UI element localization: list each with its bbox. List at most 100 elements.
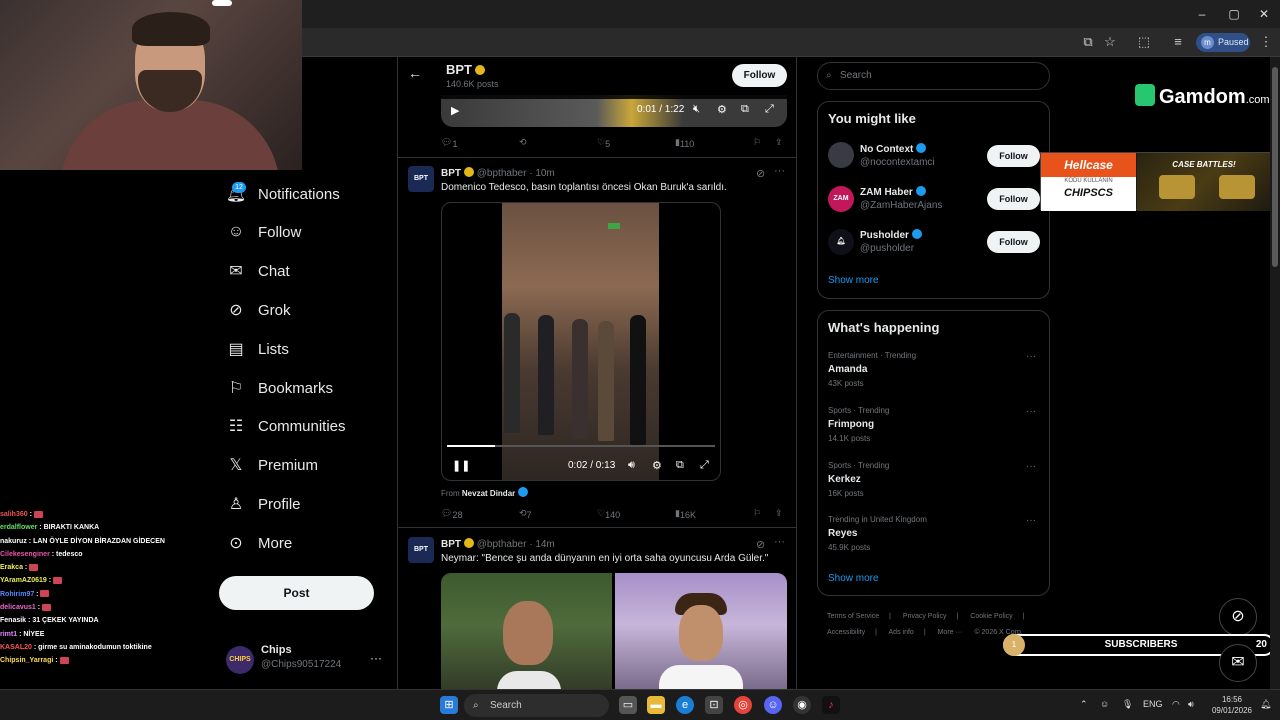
- notification-bell-icon[interactable]: 🔔︎: [1260, 699, 1271, 710]
- maximize-icon[interactable]: ▢: [1226, 6, 1242, 22]
- more-dots-icon[interactable]: ···: [1026, 351, 1036, 362]
- avatar[interactable]: BPT: [408, 537, 434, 563]
- mini-video-player[interactable]: ▶ 0:01 / 1:22 🔇︎ ⚙ ⧉ ⤢: [441, 95, 787, 127]
- trend-name[interactable]: Frimpong: [828, 419, 874, 430]
- file-explorer-icon[interactable]: ▬: [647, 696, 665, 714]
- mic-icon[interactable]: 🎙︎: [1122, 699, 1133, 710]
- video-player[interactable]: ❚❚ 0:02 / 0:13 🔊︎ ⚙ ⧉ ⤢: [441, 202, 721, 481]
- avatar[interactable]: 🔔︎: [828, 229, 854, 255]
- discord-tray-icon[interactable]: ☺: [1100, 699, 1109, 709]
- scrollbar[interactable]: [1270, 57, 1280, 689]
- like-button[interactable]: ♡ 5: [597, 137, 610, 149]
- share-icon[interactable]: ⇪: [775, 508, 783, 519]
- wifi-icon[interactable]: ◠: [1172, 699, 1180, 710]
- avatar[interactable]: ZAM: [828, 186, 854, 212]
- tiktok-icon[interactable]: ♪: [822, 696, 840, 714]
- tweet-image-arda-guler[interactable]: [615, 573, 787, 689]
- bookmark-icon[interactable]: ⚐: [753, 508, 761, 519]
- trend-name[interactable]: Reyes: [828, 528, 857, 539]
- tray-chevron-icon[interactable]: ⌃: [1080, 699, 1088, 710]
- more-dots-icon[interactable]: ···: [1026, 406, 1036, 417]
- windows-start-icon[interactable]: ⊞: [440, 696, 458, 714]
- trend-name[interactable]: Amanda: [828, 364, 867, 375]
- reply-button[interactable]: 💬︎ 28: [441, 508, 462, 520]
- language-indicator[interactable]: ENG: [1143, 699, 1163, 709]
- account-name[interactable]: No Context: [860, 143, 927, 155]
- mute-icon[interactable]: 🔇︎: [693, 103, 700, 116]
- avatar[interactable]: [828, 142, 854, 168]
- more-dots-icon[interactable]: ···: [774, 536, 785, 548]
- settings-icon[interactable]: ⚙: [652, 459, 662, 472]
- system-clock[interactable]: 16:56 09/01/2026: [1208, 694, 1256, 716]
- settings-icon[interactable]: ⚙: [717, 103, 727, 116]
- nav-grok[interactable]: ⊘ Grok: [226, 295, 290, 325]
- video-progress[interactable]: [447, 445, 715, 447]
- follow-button[interactable]: Follow: [732, 64, 787, 87]
- extensions-icon[interactable]: ⬚: [1136, 34, 1152, 50]
- bookmark-icon[interactable]: ⚐: [753, 137, 761, 148]
- grok-icon[interactable]: ⊘: [1219, 598, 1257, 636]
- play-icon[interactable]: ▶: [451, 104, 459, 117]
- repost-button[interactable]: ⟲ 7: [519, 508, 532, 520]
- fullscreen-icon[interactable]: ⤢: [765, 103, 774, 116]
- account-name[interactable]: Pusholder: [860, 229, 922, 241]
- reading-list-icon[interactable]: ≡: [1170, 34, 1186, 50]
- chrome-icon[interactable]: ◎: [734, 696, 752, 714]
- pause-icon[interactable]: ❚❚: [452, 459, 470, 472]
- store-icon[interactable]: ⊡: [705, 696, 723, 714]
- footer-link[interactable]: Ads info: [889, 629, 914, 636]
- task-view-icon[interactable]: ▭: [619, 696, 637, 714]
- nav-chat[interactable]: ✉ Chat: [226, 256, 289, 286]
- nav-bookmarks[interactable]: ⚐ Bookmarks: [226, 373, 333, 403]
- footer-link[interactable]: Cookie Policy: [970, 613, 1012, 620]
- discord-icon[interactable]: ☺: [764, 696, 782, 714]
- show-more-link[interactable]: Show more: [828, 573, 879, 584]
- volume-icon[interactable]: 🔊︎: [628, 459, 635, 472]
- footer-link[interactable]: More ···: [938, 629, 963, 636]
- search-input[interactable]: ⌕ Search: [817, 62, 1050, 90]
- scrollbar-thumb[interactable]: [1272, 67, 1278, 267]
- close-icon[interactable]: ✕: [1256, 6, 1272, 22]
- nav-more[interactable]: ⊙ More: [226, 528, 292, 558]
- footer-link[interactable]: Accessibility: [827, 629, 865, 636]
- show-more-link[interactable]: Show more: [828, 275, 879, 286]
- picture-in-picture-icon[interactable]: ⧉: [676, 459, 684, 472]
- nav-profile[interactable]: ♙ Profile: [226, 489, 301, 519]
- account-switcher[interactable]: CHIPS Chips @Chips90517224 ···: [226, 644, 386, 674]
- picture-in-picture-icon[interactable]: ⧉: [741, 103, 749, 116]
- reply-button[interactable]: 💬︎ 1: [441, 137, 457, 149]
- share-icon[interactable]: ⇪: [775, 137, 783, 148]
- nav-premium[interactable]: 𝕏 Premium: [226, 450, 318, 480]
- browser-menu-icon[interactable]: ⋮: [1258, 34, 1274, 50]
- install-app-icon[interactable]: ⧉: [1080, 34, 1096, 50]
- follow-button[interactable]: Follow: [987, 188, 1040, 210]
- repost-icon[interactable]: ⟲: [519, 137, 527, 148]
- tweet-media[interactable]: [441, 573, 787, 689]
- grok-icon[interactable]: ⊘: [756, 538, 765, 551]
- trend-name[interactable]: Kerkez: [828, 474, 861, 485]
- views-button[interactable]: ▮ 110: [675, 137, 694, 149]
- minimize-icon[interactable]: –: [1194, 6, 1210, 22]
- account-name[interactable]: ZAM Haber: [860, 186, 926, 198]
- bookmark-star-icon[interactable]: ☆: [1102, 34, 1118, 50]
- obs-icon[interactable]: ◉: [793, 696, 811, 714]
- back-arrow-icon[interactable]: ←: [408, 65, 422, 81]
- footer-link[interactable]: Terms of Service: [827, 613, 879, 620]
- volume-icon[interactable]: 🔊︎: [1188, 699, 1194, 710]
- footer-link[interactable]: Privacy Policy: [903, 613, 947, 620]
- edge-icon[interactable]: e: [676, 696, 694, 714]
- more-dots-icon[interactable]: ···: [1026, 461, 1036, 472]
- profile-paused-pill[interactable]: m Paused: [1196, 33, 1250, 52]
- more-dots-icon[interactable]: ···: [774, 165, 785, 177]
- fullscreen-icon[interactable]: ⤢: [700, 459, 709, 472]
- messages-icon[interactable]: ✉: [1219, 644, 1257, 682]
- more-dots-icon[interactable]: ···: [1026, 515, 1036, 526]
- nav-lists[interactable]: ▤ Lists: [226, 334, 288, 364]
- avatar[interactable]: BPT: [408, 166, 434, 192]
- views-button[interactable]: ▮ 16K: [675, 508, 696, 520]
- taskbar-search[interactable]: ⌕ Search: [464, 694, 609, 717]
- like-button[interactable]: ♡ 140: [597, 508, 620, 520]
- follow-button[interactable]: Follow: [987, 231, 1040, 253]
- grok-icon[interactable]: ⊘: [756, 167, 765, 180]
- nav-communities[interactable]: ☷ Communities: [226, 411, 346, 441]
